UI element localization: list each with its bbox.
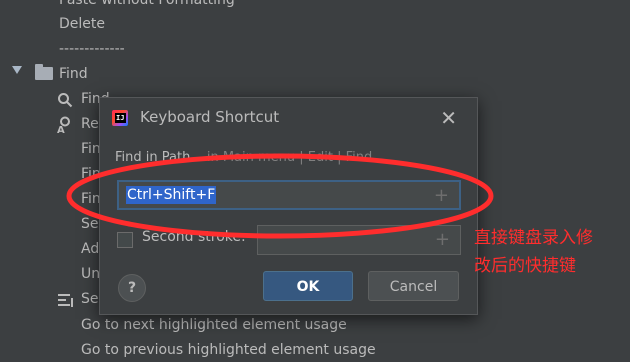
ok-button[interactable]: OK <box>263 271 353 301</box>
help-icon[interactable]: ? <box>118 274 146 302</box>
tree-item[interactable]: ------------- <box>59 37 125 61</box>
annotation-line-2: 改后的快捷键 <box>474 256 576 276</box>
highlight-ellipse <box>66 153 494 239</box>
tree-item[interactable]: Go to previous highlighted element usage <box>81 338 376 362</box>
folder-icon <box>35 64 53 80</box>
close-icon[interactable]: ✕ <box>440 106 457 130</box>
tree-item[interactable]: Find <box>59 62 88 86</box>
annotation-note: 直接键盘录入修 改后的快捷键 <box>474 224 624 280</box>
svg-text:A: A <box>57 125 65 134</box>
search-icon <box>58 93 73 108</box>
tree-item[interactable]: Paste without Formatting <box>59 0 235 12</box>
dialog-titlebar: IJ Keyboard Shortcut ✕ <box>100 98 477 138</box>
cancel-button[interactable]: Cancel <box>368 271 459 301</box>
intellij-app-icon: IJ <box>112 110 128 126</box>
expand-caret-icon[interactable] <box>12 66 22 74</box>
tree-item[interactable]: Go to next highlighted element usage <box>81 313 347 337</box>
replace-icon: A <box>57 116 70 134</box>
structural-search-icon <box>58 294 73 307</box>
annotation-line-1: 直接键盘录入修 <box>474 228 593 248</box>
dialog-title: Keyboard Shortcut <box>140 108 280 126</box>
tree-item[interactable]: Delete <box>59 12 105 36</box>
